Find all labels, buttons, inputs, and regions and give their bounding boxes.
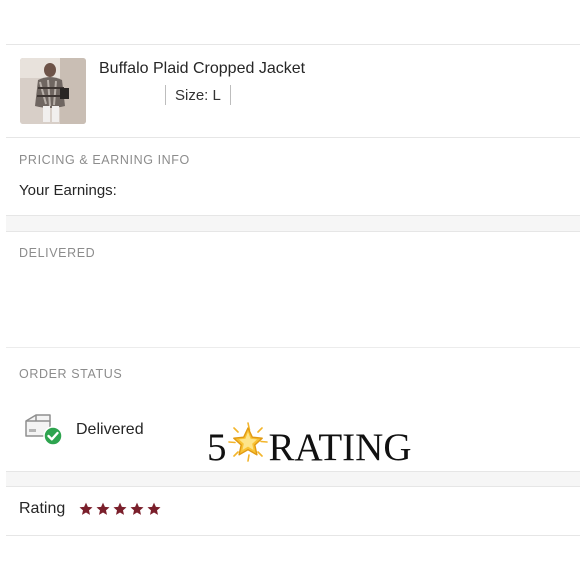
- rating-star-icon: [130, 502, 144, 515]
- glowing-star-icon: [227, 422, 268, 472]
- pricing-section-heading: PRICING & EARNING INFO: [19, 153, 190, 167]
- overlay-number: 5: [207, 425, 227, 469]
- overlay-word: RATING: [268, 425, 412, 469]
- product-size: Size: L: [165, 83, 231, 107]
- rating-star-icon: [147, 502, 161, 515]
- package-delivered-icon: [23, 412, 63, 446]
- order-status-value: Delivered: [76, 421, 144, 438]
- rating-stars: [79, 502, 161, 516]
- delivered-section-heading: DELIVERED: [19, 246, 96, 260]
- divider: [6, 137, 580, 138]
- divider: [6, 347, 580, 348]
- order-details-card: Buffalo Plaid Cropped Jacket Size: L PRI…: [6, 44, 580, 536]
- order-status-heading: ORDER STATUS: [19, 367, 123, 381]
- section-spacer: [6, 215, 580, 232]
- rating-star-icon: [79, 502, 93, 515]
- rating-star-icon: [113, 502, 127, 515]
- rating-overlay-caption: 5 RATING: [207, 422, 412, 472]
- product-title[interactable]: Buffalo Plaid Cropped Jacket: [99, 60, 305, 78]
- product-row[interactable]: Buffalo Plaid Cropped Jacket Size: L: [6, 44, 580, 138]
- section-spacer: [6, 471, 580, 487]
- size-label: Size: L: [175, 86, 221, 104]
- product-thumbnail[interactable]: [20, 58, 86, 124]
- rating-label: Rating: [19, 500, 66, 517]
- divider: [6, 535, 580, 536]
- earnings-label: Your Earnings:: [19, 182, 117, 199]
- rating-star-icon: [96, 502, 110, 515]
- separator: [229, 85, 231, 105]
